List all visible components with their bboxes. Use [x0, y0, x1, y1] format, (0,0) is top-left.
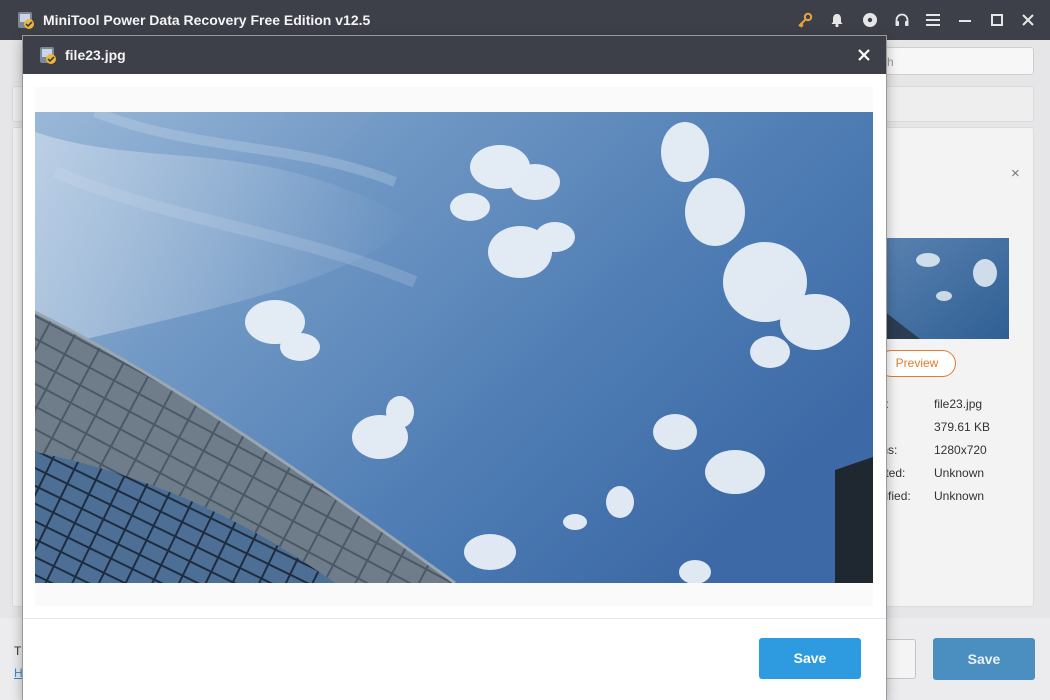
- headset-icon[interactable]: [892, 10, 912, 30]
- image-preview-dialog: file23.jpg Save: [23, 36, 886, 700]
- close-icon[interactable]: [1018, 10, 1038, 30]
- menu-icon[interactable]: [923, 10, 943, 30]
- key-icon[interactable]: [795, 10, 815, 30]
- preview-button[interactable]: Preview: [878, 350, 956, 377]
- bell-icon[interactable]: [827, 10, 847, 30]
- info-value-modified: Unknown: [934, 489, 985, 503]
- app-logo-icon: [14, 9, 36, 31]
- minimize-icon[interactable]: [955, 10, 975, 30]
- dialog-header: file23.jpg: [23, 36, 886, 74]
- info-value-dimensions: 1280x720: [934, 443, 987, 457]
- disc-icon[interactable]: [860, 10, 880, 30]
- app-titlebar: MiniTool Power Data Recovery Free Editio…: [0, 0, 1050, 40]
- dialog-save-button[interactable]: Save: [759, 638, 861, 679]
- dialog-footer-divider: [23, 618, 886, 619]
- app-title: MiniTool Power Data Recovery Free Editio…: [43, 12, 371, 28]
- info-value-name: file23.jpg: [934, 397, 983, 411]
- dialog-title: file23.jpg: [65, 47, 126, 63]
- preview-photo: [35, 112, 873, 583]
- thumbnail-image: [880, 238, 1009, 339]
- bottom-help-link[interactable]: H: [14, 666, 23, 680]
- dialog-close-icon[interactable]: [853, 44, 875, 66]
- panel-close-icon[interactable]: ×: [1011, 165, 1020, 182]
- image-preview-area: [35, 87, 873, 606]
- maximize-icon[interactable]: [987, 10, 1007, 30]
- info-value-size: 379.61 KB: [934, 420, 991, 434]
- app-logo-icon: [36, 44, 58, 66]
- info-value-created: Unknown: [934, 466, 985, 480]
- main-save-button[interactable]: Save: [933, 638, 1035, 680]
- search-input[interactable]: rch: [868, 47, 1034, 75]
- bottom-status-text: T: [14, 644, 22, 658]
